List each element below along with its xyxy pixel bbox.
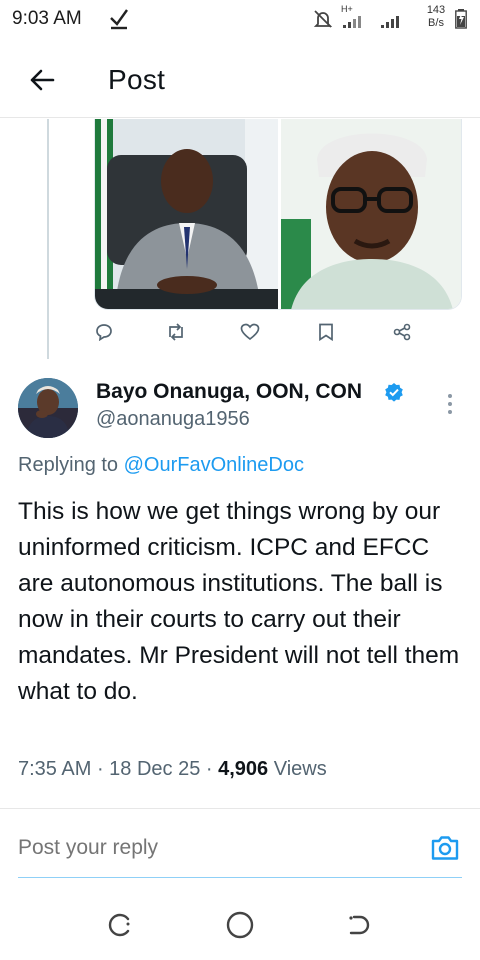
page-title: Post: [108, 64, 166, 95]
views-label[interactable]: Views: [274, 758, 327, 780]
views-count[interactable]: 4,906: [218, 758, 268, 780]
battery-icon: [455, 9, 467, 34]
home-button[interactable]: [220, 907, 260, 947]
thread-line: [47, 119, 49, 359]
camera-icon: [430, 836, 460, 866]
mute-icon: [312, 8, 334, 35]
back-icon: [346, 911, 374, 944]
post-date: 18 Dec 25: [109, 758, 201, 780]
bookmark-icon: [318, 323, 334, 346]
like-button[interactable]: [238, 322, 262, 346]
photo-man-in-cap[interactable]: [281, 119, 461, 309]
reply-icon: [95, 323, 113, 346]
more-dot: [448, 394, 452, 398]
photo-man-in-suit[interactable]: [95, 119, 278, 309]
replying-to: Replying to @OurFavOnlineDoc: [18, 454, 304, 477]
network-type: H+: [341, 4, 353, 14]
bookmark-button[interactable]: [314, 322, 338, 346]
repost-icon: [166, 322, 186, 346]
avatar[interactable]: [18, 378, 78, 438]
like-icon: [240, 323, 260, 346]
author-handle[interactable]: @aonanuga1956: [96, 408, 250, 431]
recents-icon: [106, 911, 134, 944]
system-nav-bar: [0, 895, 480, 960]
net-speed-unit: B/s: [428, 17, 444, 29]
back-button[interactable]: [24, 64, 60, 100]
post-meta: 7:35 AM · 18 Dec 25 · 4,906 Views: [18, 758, 327, 781]
more-dot: [448, 402, 452, 406]
replying-to-handle[interactable]: @OurFavOnlineDoc: [124, 454, 304, 476]
arrow-left-icon: [29, 68, 55, 97]
reply-input[interactable]: [18, 836, 398, 860]
header: Post: [0, 44, 480, 118]
post-author: Bayo Onanuga, OON, CON @aonanuga1956: [0, 372, 480, 442]
reply-button[interactable]: [92, 322, 116, 346]
more-dot: [448, 410, 452, 414]
share-button[interactable]: [390, 322, 414, 346]
post-media[interactable]: [94, 119, 462, 310]
reply-composer: [18, 828, 462, 878]
verified-badge-icon: [384, 382, 404, 407]
nav-back-button[interactable]: [340, 907, 380, 947]
meta-separator: ·: [205, 758, 219, 780]
camera-button[interactable]: [430, 834, 460, 867]
author-name[interactable]: Bayo Onanuga, OON, CON: [96, 380, 362, 404]
repost-button[interactable]: [164, 322, 188, 346]
home-icon: [225, 910, 255, 945]
parent-post-actions: [94, 322, 424, 348]
post-text: This is how we get things wrong by our u…: [18, 498, 460, 705]
meta-separator: ·: [96, 758, 110, 780]
divider: [0, 808, 480, 809]
more-options-button[interactable]: [440, 390, 460, 418]
status-bar: 9:03 AM H+ 143 B/s: [0, 0, 480, 40]
replying-prefix: Replying to: [18, 454, 119, 476]
net-speed-value: 143: [426, 4, 446, 16]
signal-icon: [343, 16, 409, 35]
net-speed: 143 B/s: [422, 4, 450, 30]
recents-button[interactable]: [100, 907, 140, 947]
post-time: 7:35 AM: [18, 758, 92, 780]
share-icon: [393, 323, 411, 346]
